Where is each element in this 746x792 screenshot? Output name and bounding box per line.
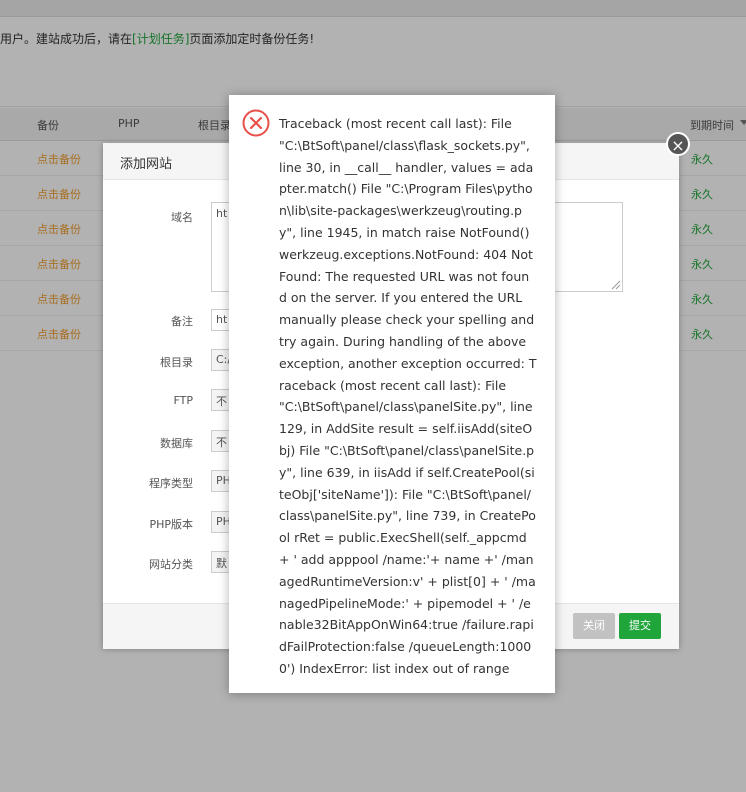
domain-value: ht bbox=[216, 207, 228, 220]
close-button[interactable]: 关闭 bbox=[573, 613, 615, 639]
remark-label: 备注 bbox=[171, 315, 193, 328]
resize-handle-icon[interactable] bbox=[611, 280, 621, 290]
close-icon[interactable]: × bbox=[666, 132, 690, 156]
php-version-label: PHP版本 bbox=[149, 518, 193, 531]
root-label: 根目录 bbox=[160, 356, 193, 369]
database-label: 数据库 bbox=[160, 437, 193, 450]
submit-button[interactable]: 提交 bbox=[619, 613, 661, 639]
domain-label: 域名 bbox=[171, 211, 193, 224]
site-category-label: 网站分类 bbox=[149, 558, 193, 571]
ftp-label: FTP bbox=[173, 394, 194, 407]
error-x-icon bbox=[242, 109, 270, 137]
error-message: Traceback (most recent call last): File … bbox=[279, 116, 537, 676]
error-message-box: Traceback (most recent call last): File … bbox=[229, 95, 555, 693]
program-type-label: 程序类型 bbox=[149, 477, 193, 490]
dialog-title: 添加网站 bbox=[120, 157, 173, 172]
